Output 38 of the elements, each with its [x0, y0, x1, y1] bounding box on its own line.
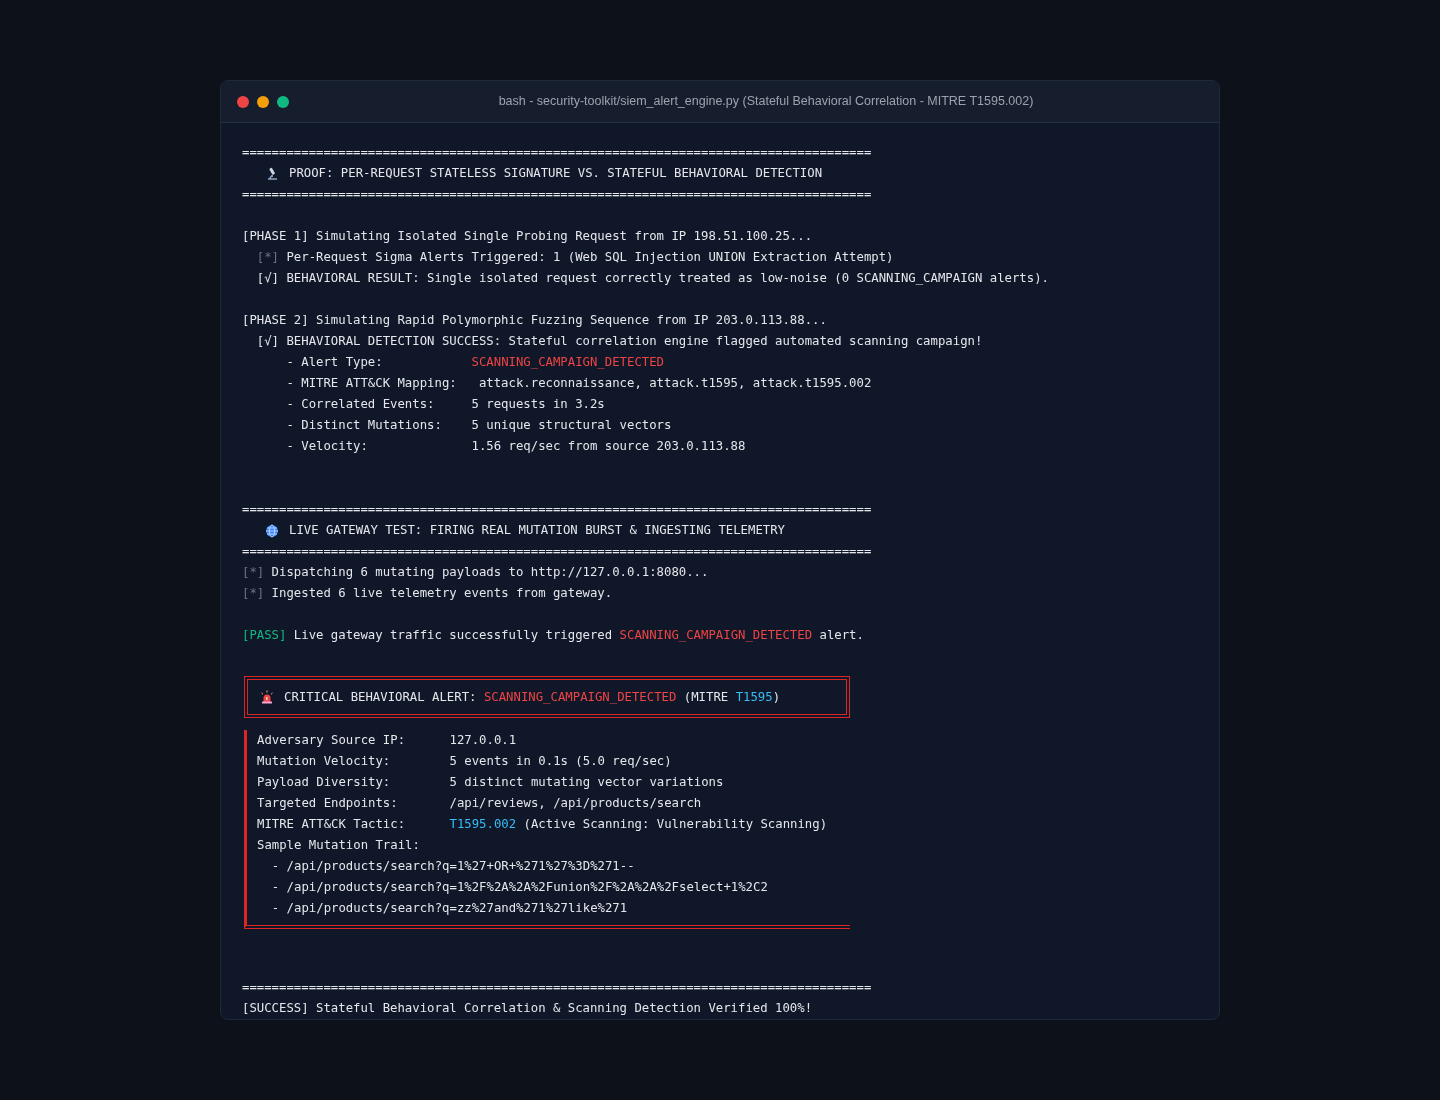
terminal-line: [*] Per-Request Sigma Alerts Triggered: 1 (Web SQL Injection UNION Extraction Attempt): [255, 249, 894, 266]
window-title: bash - security-toolkit/siem_alert_engine.py (Stateful Behavioral Correlation - MITRE T1595.002): [498, 93, 1034, 111]
siren-icon: [260, 690, 274, 704]
terminal-line: - Velocity: 1.56 req/sec from source 203.0.113.88: [285, 438, 746, 455]
terminal-line: [PHASE 1] Simulating Isolated Single Probing Request from IP 198.51.100.25...: [242, 228, 813, 245]
terminal-line: [PHASE 2] Simulating Rapid Polymorphic Fuzzing Sequence from IP 203.0.113.88...: [242, 312, 827, 329]
minimize-button[interactable]: [257, 95, 269, 108]
terminal-line: Mutation Velocity: 5 events in 0.1s (5.0 req/sec): [257, 753, 672, 770]
section-heading: LIVE GATEWAY TEST: FIRING REAL MUTATION BURST & INGESTING TELEMETRY: [289, 522, 786, 539]
terminal-line: =====================================================================================: [242, 979, 872, 996]
terminal-line: [√] BEHAVIORAL RESULT: Single isolated request correctly treated as low-noise (0 SCANNING_CAMPAIGN alerts).: [255, 270, 1049, 287]
close-button[interactable]: [237, 95, 249, 108]
terminal-line: - /api/products/search?q=1%27+OR+%271%27%3D%271--: [270, 858, 635, 875]
terminal-line: =====================================================================================: [242, 543, 872, 560]
terminal-line: Targeted Endpoints: /api/reviews, /api/products/search: [257, 795, 702, 812]
terminal-line: Payload Diversity: 5 distinct mutating vector variations: [257, 774, 724, 791]
terminal-line: MITRE ATT&CK Tactic: T1595.002 (Active Scanning: Vulnerability Scanning): [257, 816, 828, 833]
terminal-line: [√] BEHAVIORAL DETECTION SUCCESS: Stateful correlation engine flagged automated scanning campaign!: [255, 333, 983, 350]
terminal-line: Sample Mutation Trail:: [257, 837, 420, 854]
terminal-line: =====================================================================================: [242, 144, 872, 161]
terminal-line: [*] Ingested 6 live telemetry events from gateway.: [242, 585, 613, 602]
microscope-icon: [265, 166, 279, 181]
terminal-line: - Correlated Events: 5 requests in 3.2s: [285, 396, 605, 413]
terminal-line: =====================================================================================: [242, 501, 872, 518]
terminal-line: - MITRE ATT&CK Mapping: attack.reconnaissance, attack.t1595, attack.t1595.002: [285, 375, 872, 392]
terminal-line: - Distinct Mutations: 5 unique structural vectors: [285, 417, 672, 434]
maximize-button[interactable]: [277, 95, 289, 108]
terminal-line: =====================================================================================: [242, 186, 872, 203]
terminal-line: [SUCCESS] Stateful Behavioral Correlation & Scanning Detection Verified 100%!: [242, 1000, 813, 1017]
section-heading: PROOF: PER-REQUEST STATELESS SIGNATURE VS. STATEFUL BEHAVIORAL DETECTION: [289, 165, 823, 182]
terminal-line: [*] Dispatching 6 mutating payloads to http://127.0.0.1:8080...: [242, 564, 709, 581]
terminal-line: - /api/products/search?q=1%2F%2A%2A%2Funion%2F%2A%2A%2Fselect+1%2C2: [270, 879, 768, 896]
globe-icon: [265, 523, 279, 538]
terminal-line: [PASS] Live gateway traffic successfully triggered SCANNING_CAMPAIGN_DETECTED alert.: [242, 627, 864, 644]
terminal-line: Adversary Source IP: 127.0.0.1: [257, 732, 517, 749]
terminal-line: - /api/products/search?q=zz%27and%271%27like%271: [270, 900, 628, 917]
terminal-line: - Alert Type: SCANNING_CAMPAIGN_DETECTED: [285, 354, 664, 371]
alert-title: CRITICAL BEHAVIORAL ALERT: SCANNING_CAMPAIGN_DETECTED (MITRE T1595): [284, 688, 781, 706]
